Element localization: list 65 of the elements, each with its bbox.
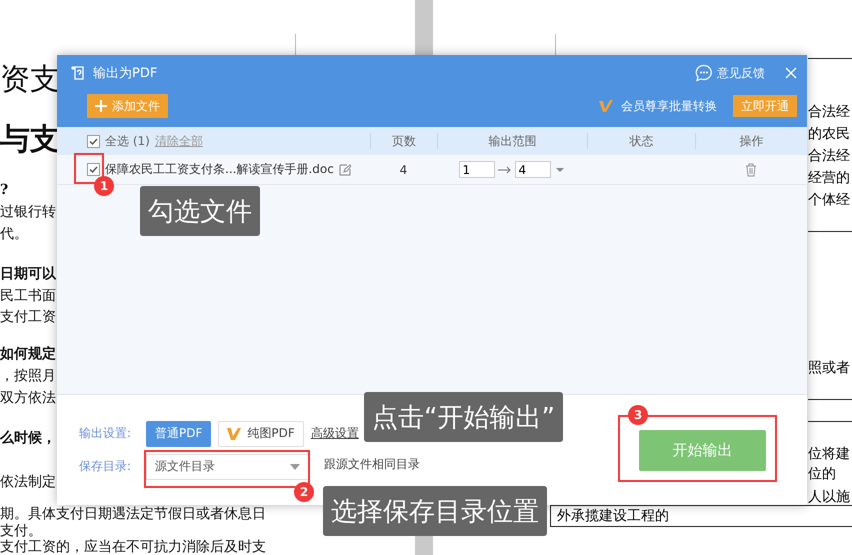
feedback-link[interactable]: 意见反馈 [695,64,765,82]
step-callout: 选择保存目录位置 [323,486,547,536]
table-cell: 外承揽建设工程的 [550,505,852,527]
page-count: 4 [400,162,408,176]
step-callout: 勾选文件 [140,186,260,236]
folder-dropdown[interactable]: 源文件目录 [146,454,309,480]
clear-all-link[interactable]: 清除全部 [154,132,203,150]
document-text: 人以施 [808,489,850,505]
document-text: 经营的 [808,170,850,186]
promo-text: 会员尊享批量转换 [621,98,717,114]
field-label: 输出设置: [79,425,132,442]
range-end-field[interactable]: 4 [514,161,550,178]
file-name: 保障农民工工资支付条...解读宣传手册.doc [105,161,334,178]
document-text: 支付工资 [0,309,56,325]
plus-icon [95,100,107,112]
document-text: 么时候， [0,430,56,446]
document-text: 照或者 [808,360,850,376]
range-start-field[interactable]: 1 [458,161,494,178]
hint-text: 跟源文件相同目录 [324,456,420,472]
column-header: 输出范围 [488,132,536,150]
document-text: 支付。 [0,523,42,539]
column-header: 页数 [392,132,416,150]
activate-button[interactable]: 立即开通 [733,95,797,117]
start-button[interactable]: 开始输出 [639,430,766,470]
vip-icon [227,426,244,440]
column-header: 状态 [630,132,654,150]
edit-icon[interactable] [338,164,351,176]
field-label: 保存目录: [79,458,132,475]
document-text: 期。具体支付日期遇法定节假日或者休息日 [0,506,266,522]
document-text: 依法制定 [0,474,56,490]
document-heading: 与支 [0,123,60,157]
chat-icon [695,64,713,82]
mode-button[interactable]: 普通PDF [146,420,212,446]
document-text: 个体经 [808,192,850,208]
caret-icon[interactable] [554,166,566,174]
close-icon[interactable] [785,67,797,79]
document-text: 如何规定 [0,346,56,362]
document-text: 位的 [808,466,836,482]
window-title: 输出为PDF [93,65,158,82]
column-header: 操作 [740,132,764,150]
add-file-button[interactable]: 添加文件 [87,94,168,118]
document-text: 合法经 [808,104,850,120]
document-text: 日期可以 [0,266,56,282]
advanced-settings-link[interactable]: 高级设置 [310,425,359,442]
checkbox[interactable] [87,134,100,148]
trash-icon[interactable] [745,162,757,176]
document-text: ? [0,182,8,198]
document-text: 合法经 [808,148,850,164]
document-text: 支付工资的，应当在不可抗力消除后及时支 [0,539,266,555]
document-text: 过银行转 [0,204,56,220]
page-gap [415,0,433,55]
document-text: 代。 [0,226,28,242]
caret-icon [290,464,300,470]
document-heading: 资支 [0,63,60,97]
document-text: 双方依法 [0,390,56,406]
document-text: ，按照月 [0,368,56,384]
mode-button[interactable]: 纯图PDF [218,420,304,446]
document-text: 民工书面 [0,288,56,304]
step-callout: 点击“开始输出” [364,392,563,442]
select-all-label: 全选 (1) [105,132,150,150]
document-text: 位将建 [808,446,850,462]
arrow-icon [498,166,512,174]
checkbox[interactable] [87,163,100,176]
vip-icon [599,99,613,113]
document-text: 的农民 [808,126,850,142]
